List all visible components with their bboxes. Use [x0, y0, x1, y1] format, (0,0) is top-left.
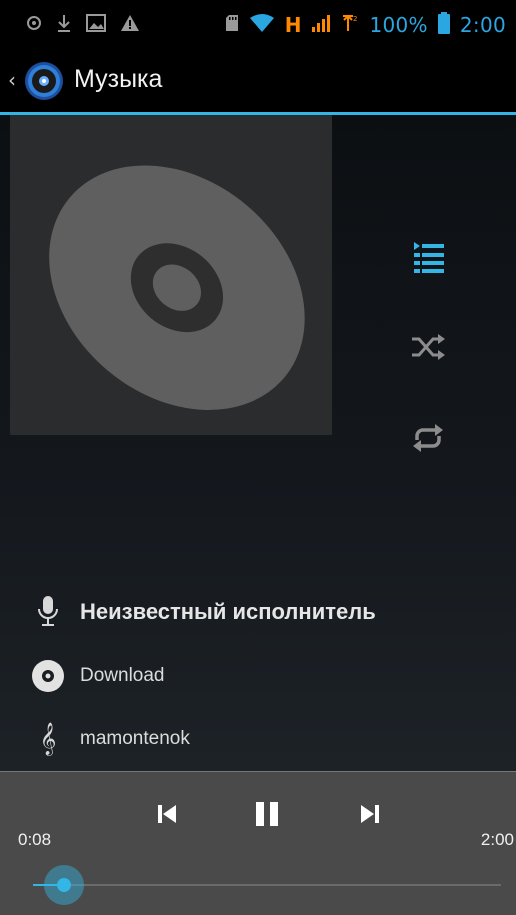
album-disc-icon: [30, 658, 66, 694]
back-chevron-icon[interactable]: ‹: [8, 68, 16, 92]
disc-placeholder-icon: [49, 165, 305, 410]
album-art: [10, 115, 332, 435]
record-icon: [26, 15, 42, 35]
previous-icon: [158, 805, 176, 823]
music-disc-icon[interactable]: [24, 61, 64, 101]
action-bar[interactable]: ‹ Музыка: [0, 50, 516, 113]
pause-button[interactable]: [245, 792, 289, 836]
warning-icon: [120, 14, 140, 36]
next-icon: [361, 805, 379, 823]
seek-bar[interactable]: [33, 884, 501, 886]
svg-text:2: 2: [353, 15, 357, 23]
battery-icon: [437, 12, 450, 38]
signal2-icon: 2: [341, 13, 359, 37]
clock: 2:00: [459, 13, 506, 37]
player-main: Неизвестный исполнитель Download 𝄞 mamon…: [0, 115, 516, 771]
previous-button[interactable]: [145, 792, 189, 836]
seek-thumb[interactable]: [44, 865, 85, 905]
playback-controls: 0:08 2:00: [0, 771, 516, 915]
seek-thumb-dot: [57, 878, 72, 892]
image-icon: [86, 14, 106, 36]
total-time: 2:00: [480, 830, 514, 849]
download-icon: [56, 13, 72, 37]
microphone-icon: [30, 594, 66, 630]
status-system: H 2 100% 2:00: [225, 12, 506, 38]
pause-icon: [256, 802, 278, 826]
album-name: Download: [80, 665, 165, 686]
treble-clef-icon: 𝄞: [39, 722, 57, 755]
page-title: Музыка: [74, 65, 163, 93]
album-row: Download: [30, 658, 165, 694]
current-time: 0:08: [18, 830, 52, 849]
artist-row: Неизвестный исполнитель: [30, 594, 376, 630]
wifi-icon: [249, 13, 275, 37]
battery-percent: 100%: [369, 13, 428, 37]
shuffle-icon[interactable]: [408, 327, 448, 367]
network-type-label: H: [284, 13, 302, 37]
sdcard-icon: [225, 14, 239, 36]
track-title: mamontenok: [80, 728, 190, 749]
repeat-icon[interactable]: [408, 418, 448, 458]
status-bar: H 2 100% 2:00: [0, 0, 516, 50]
track-row: 𝄞 mamontenok: [30, 721, 190, 757]
artist-name: Неизвестный исполнитель: [80, 599, 376, 624]
signal-icon: [311, 13, 331, 37]
playlist-icon[interactable]: [408, 237, 448, 277]
status-notifications: [26, 12, 140, 38]
next-button[interactable]: [348, 792, 392, 836]
